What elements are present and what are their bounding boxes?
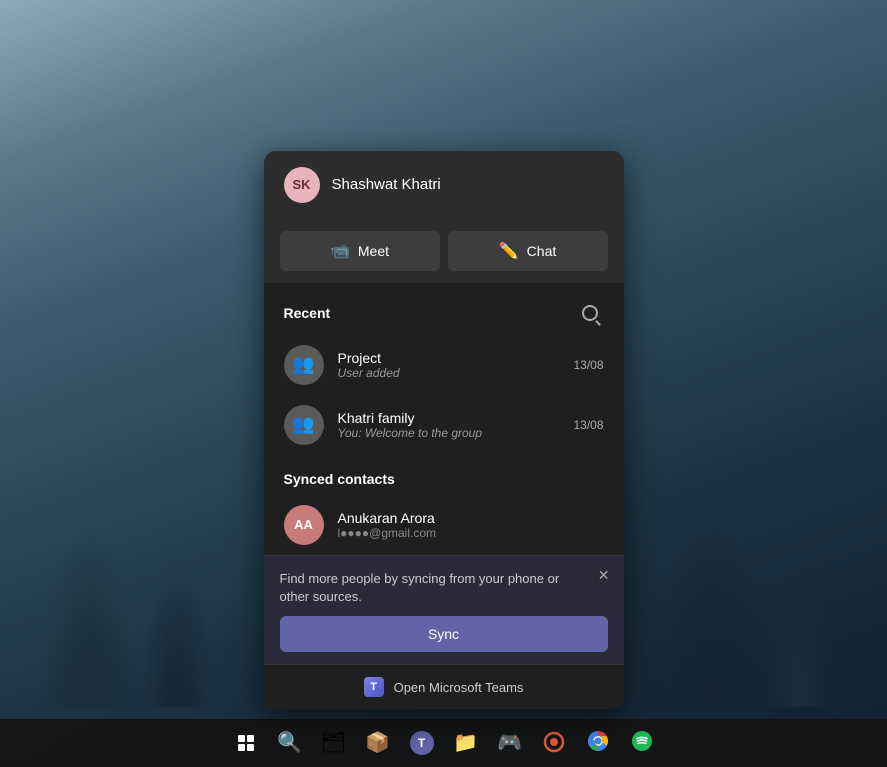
chrome-button[interactable] — [578, 723, 618, 763]
meet-label: Meet — [358, 243, 389, 259]
project-time: 13/08 — [573, 358, 603, 372]
chrome-icon — [587, 730, 609, 756]
chat-item-khatri-family[interactable]: 👥 Khatri family You: Welcome to the grou… — [264, 395, 624, 455]
project-avatar: 👥 — [284, 345, 324, 385]
chat-icon: ✏️ — [499, 241, 519, 261]
settings-icon — [543, 731, 565, 756]
panel-header: SK Shashwat Khatri — [264, 151, 624, 219]
project-info: Project User added — [338, 350, 560, 380]
search-recent-button[interactable] — [576, 299, 604, 327]
xbox-button[interactable]: 🎮 — [490, 723, 530, 763]
user-avatar: SK — [284, 167, 320, 203]
khatri-family-preview: You: Welcome to the group — [338, 426, 560, 440]
teams-panel: SK Shashwat Khatri 📹 Meet ✏️ Chat Recent… — [264, 151, 624, 709]
panel-content: Recent 👥 Project User added 13/08 — [264, 283, 624, 664]
chat-item-project[interactable]: 👥 Project User added 13/08 — [264, 335, 624, 395]
file-explorer-button[interactable]: 🗂 — [314, 723, 354, 763]
sync-button[interactable]: Sync — [280, 616, 608, 652]
anukaran-name: Anukaran Arora — [338, 510, 604, 526]
file-explorer-icon: 🗂 — [321, 733, 346, 753]
teams-taskbar-button[interactable]: T — [402, 723, 442, 763]
anukaran-email: l●●●●@gmail.com — [338, 526, 604, 540]
store-icon: 📦 — [365, 733, 390, 753]
folder-icon: 📁 — [453, 733, 478, 753]
notification-banner: ✕ Find more people by syncing from your … — [264, 555, 624, 664]
recent-section-header: Recent — [264, 283, 624, 335]
windows-icon — [238, 735, 254, 751]
chat-button[interactable]: ✏️ Chat — [448, 231, 608, 271]
synced-contacts-title: Synced contacts — [284, 471, 395, 487]
teams-icon: T — [410, 731, 434, 755]
taskbar: 🔍 🗂 📦 T 📁 🎮 — [0, 719, 887, 767]
khatri-family-name: Khatri family — [338, 410, 560, 426]
contact-item-anukaran[interactable]: AA Anukaran Arora l●●●●@gmail.com — [264, 495, 624, 555]
banner-text: Find more people by syncing from your ph… — [280, 570, 608, 606]
synced-contacts-section-header: Synced contacts — [264, 455, 624, 495]
start-button[interactable] — [226, 723, 266, 763]
meet-button[interactable]: 📹 Meet — [280, 231, 440, 271]
search-button[interactable]: 🔍 — [270, 723, 310, 763]
khatri-family-info: Khatri family You: Welcome to the group — [338, 410, 560, 440]
anukaran-info: Anukaran Arora l●●●●@gmail.com — [338, 510, 604, 540]
recent-title: Recent — [284, 305, 331, 321]
group-icon-2: 👥 — [292, 414, 314, 435]
anukaran-avatar: AA — [284, 505, 324, 545]
chat-label: Chat — [527, 243, 557, 259]
open-teams-button[interactable]: T Open Microsoft Teams — [264, 664, 624, 709]
spotify-icon — [631, 730, 653, 756]
banner-close-button[interactable]: ✕ — [598, 568, 610, 582]
open-teams-label: Open Microsoft Teams — [394, 680, 524, 695]
store-button[interactable]: 📦 — [358, 723, 398, 763]
teams-logo: T — [364, 677, 384, 697]
meet-icon: 📹 — [330, 241, 350, 261]
spotify-button[interactable] — [622, 723, 662, 763]
folder-button[interactable]: 📁 — [446, 723, 486, 763]
settings-button[interactable] — [534, 723, 574, 763]
khatri-family-time: 13/08 — [573, 418, 603, 432]
project-name: Project — [338, 350, 560, 366]
search-icon — [582, 305, 598, 321]
khatri-family-avatar: 👥 — [284, 405, 324, 445]
search-icon: 🔍 — [277, 733, 302, 753]
user-name: Shashwat Khatri — [332, 176, 441, 193]
xbox-icon: 🎮 — [497, 733, 522, 753]
action-buttons: 📹 Meet ✏️ Chat — [264, 219, 624, 283]
group-icon: 👥 — [292, 354, 314, 375]
project-preview: User added — [338, 366, 560, 380]
